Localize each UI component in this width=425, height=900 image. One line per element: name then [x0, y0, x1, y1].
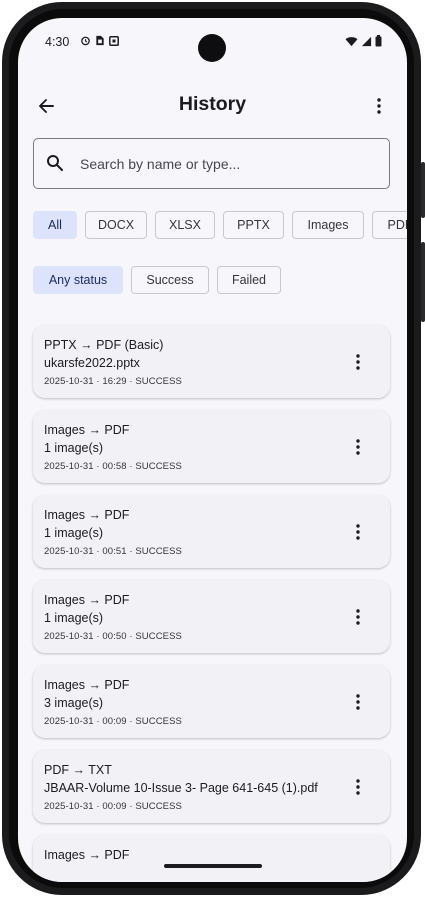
page-title: History [178, 93, 247, 115]
history-item-meta: 2025-10-31 · 00:51 · SUCCESS [44, 546, 182, 557]
status-filter-chips: Any status Success Failed [33, 266, 281, 294]
history-item-meta: 2025-10-31 · 00:58 · SUCCESS [44, 461, 182, 472]
history-item-meta: 2025-10-31 · 16:29 · SUCCESS [44, 376, 182, 387]
status-bar: 4:30 [18, 18, 407, 68]
item-menu-button[interactable] [348, 436, 368, 458]
front-camera [198, 34, 226, 62]
status-time: 4:30 [45, 35, 70, 49]
search-input[interactable] [80, 139, 380, 188]
history-item-title: Images → PDF [44, 508, 130, 522]
history-item[interactable]: Images → PDF 3 image(s) 2025-10-31 · 00:… [33, 665, 390, 738]
volume-button [421, 242, 425, 322]
history-item-title: PDF → TXT [44, 763, 112, 777]
history-item-title: Images → PDF [44, 678, 130, 692]
sim-card-icon [96, 35, 104, 46]
chip-success[interactable]: Success [131, 266, 209, 294]
item-menu-button[interactable] [348, 776, 368, 798]
app-bar: History [18, 78, 407, 134]
chip-xlsx[interactable]: XLSX [155, 211, 215, 239]
history-item[interactable]: Images → PDF [33, 835, 390, 882]
screen: 4:30 History All DOCX XLSX PPTX Images P [18, 18, 407, 882]
more-vert-icon [356, 439, 360, 455]
battery-icon [375, 35, 382, 47]
item-menu-button[interactable] [348, 691, 368, 713]
history-item-title: PPTX → PDF (Basic) [44, 338, 164, 352]
more-vert-icon [377, 98, 381, 114]
notification-icons [80, 35, 119, 46]
history-item[interactable]: PPTX → PDF (Basic) ukarsfe2022.pptx 2025… [33, 325, 390, 398]
more-vert-icon [356, 694, 360, 710]
media-icon [109, 35, 119, 46]
item-menu-button[interactable] [348, 521, 368, 543]
history-item[interactable]: PDF → TXT JBAAR-Volume 10-Issue 3- Page … [33, 750, 390, 823]
chip-docx[interactable]: DOCX [85, 211, 147, 239]
item-menu-button[interactable] [348, 606, 368, 628]
alarm-icon [81, 36, 90, 46]
history-item-meta: 2025-10-31 · 00:50 · SUCCESS [44, 631, 182, 642]
history-item[interactable]: Images → PDF 1 image(s) 2025-10-31 · 00:… [33, 580, 390, 653]
wifi-icon [345, 36, 358, 46]
home-indicator[interactable] [164, 864, 262, 868]
search-icon [47, 155, 63, 171]
chip-failed[interactable]: Failed [217, 266, 281, 294]
more-vert-icon [356, 354, 360, 370]
history-item[interactable]: Images → PDF 1 image(s) 2025-10-31 · 00:… [33, 410, 390, 483]
history-item-subtitle: 1 image(s) [44, 441, 104, 455]
history-item-title: Images → PDF [44, 593, 130, 607]
history-item-title: Images → PDF [44, 848, 130, 862]
type-filter-chips: All DOCX XLSX PPTX Images PDF [33, 211, 407, 239]
history-item-subtitle: JBAAR-Volume 10-Issue 3- Page 641-645 (1… [44, 781, 318, 795]
chip-pptx[interactable]: PPTX [223, 211, 284, 239]
history-item-subtitle: 1 image(s) [44, 526, 104, 540]
history-item-subtitle: 3 image(s) [44, 696, 104, 710]
system-icons [345, 35, 382, 47]
chip-any-status[interactable]: Any status [33, 266, 123, 294]
history-item-meta: 2025-10-31 · 00:09 · SUCCESS [44, 716, 182, 727]
more-vert-icon [356, 779, 360, 795]
overflow-menu-button[interactable] [365, 92, 393, 120]
history-item-subtitle: ukarsfe2022.pptx [44, 356, 140, 370]
power-button [421, 162, 425, 218]
history-item[interactable]: Images → PDF 1 image(s) 2025-10-31 · 00:… [33, 495, 390, 568]
history-item-subtitle: 1 image(s) [44, 611, 104, 625]
history-item-meta: 2025-10-31 · 00:09 · SUCCESS [44, 801, 182, 812]
chip-all[interactable]: All [33, 211, 77, 239]
item-menu-button[interactable] [348, 351, 368, 373]
chip-pdf[interactable]: PDF [372, 211, 407, 239]
history-item-title: Images → PDF [44, 423, 130, 437]
search-field[interactable] [33, 138, 390, 189]
signal-icon [361, 36, 372, 46]
chip-images[interactable]: Images [292, 211, 364, 239]
more-vert-icon [356, 609, 360, 625]
more-vert-icon [356, 524, 360, 540]
